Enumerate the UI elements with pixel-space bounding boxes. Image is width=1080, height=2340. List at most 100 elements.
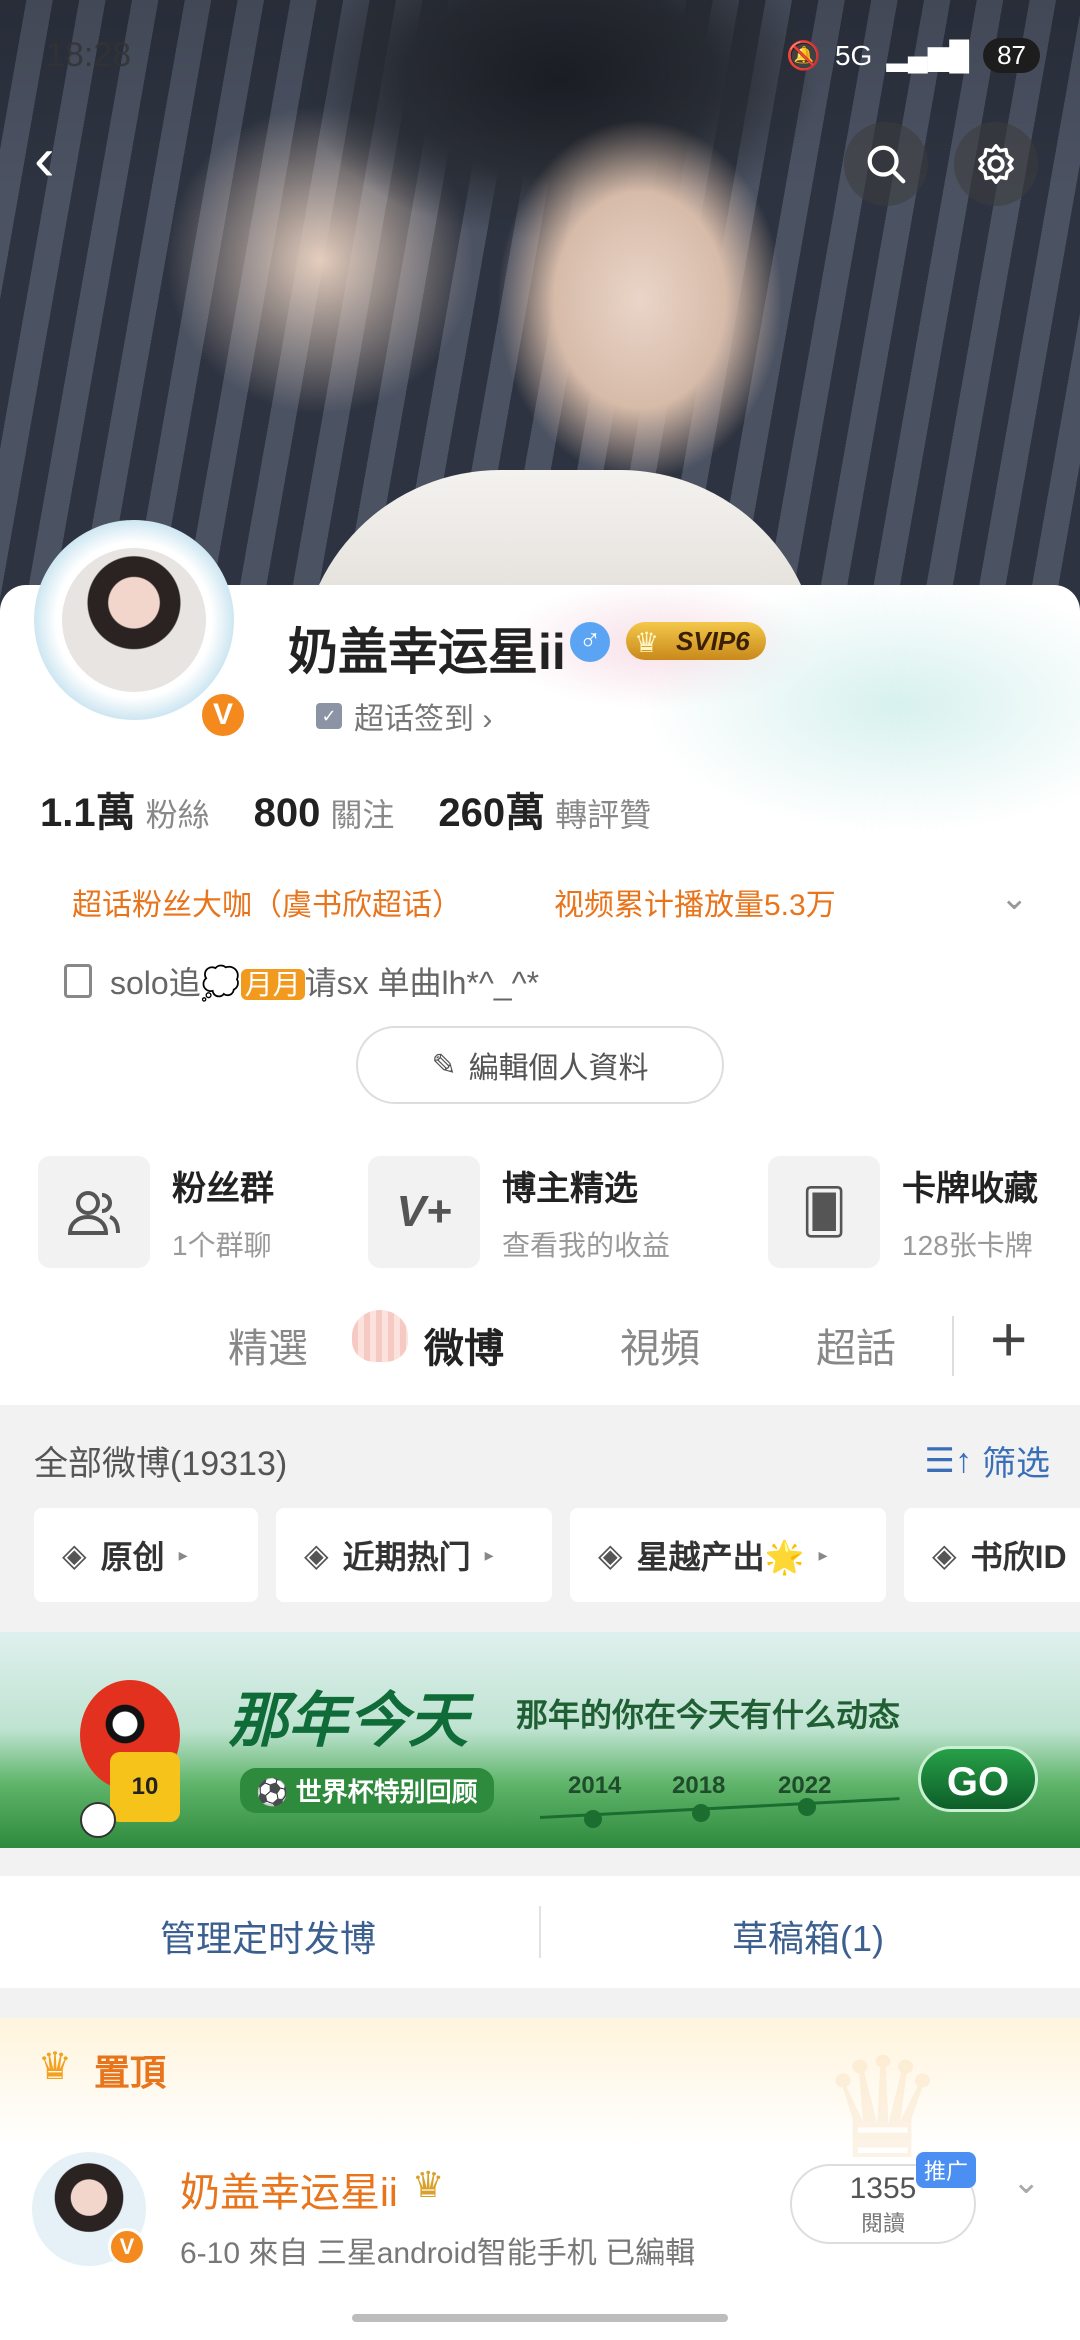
drafts-button[interactable]: 草稿箱(1) [732, 1910, 884, 1962]
video-plays-tag[interactable]: 视频累计播放量5.3万 [554, 880, 836, 924]
calendar-check-icon: ✓ [316, 703, 342, 729]
back-arrow-icon[interactable]: ‹ [34, 129, 94, 191]
bio-month: 月月 [240, 969, 305, 1000]
feature-title: 粉丝群 [172, 1169, 274, 1208]
stat-number: 1.1萬 [40, 791, 136, 835]
feature-title: 博主精选 [502, 1169, 638, 1208]
stat-followers[interactable]: 1.1萬 粉絲 [40, 780, 210, 838]
read-label: 閱讀 [860, 2211, 905, 2236]
battery-indicator: 87 [983, 38, 1040, 73]
post-management-bar: 管理定时发博 草稿箱(1) [0, 1876, 1080, 1988]
bio-text: solo追💭 月月 请sx 单曲lh*^_^* [110, 958, 539, 1004]
divider [539, 1906, 541, 1958]
stat-label: 轉評贊 [555, 797, 652, 833]
chip-original[interactable]: ◈ 原创 ▸ [34, 1508, 258, 1602]
stat-following[interactable]: 800 關注 [254, 790, 395, 836]
go-button[interactable]: GO [918, 1746, 1038, 1812]
profile-stats: 1.1萬 粉絲 800 關注 260萬 轉評贊 [40, 780, 651, 838]
tab-featured[interactable]: 精選 [228, 1316, 308, 1374]
triangle-right-icon: ▸ [818, 1544, 828, 1565]
tab-weibo[interactable]: 微博 [424, 1316, 504, 1374]
chip-label: 书欣ID [970, 1539, 1067, 1575]
edit-profile-button[interactable]: ✎ 編輯個人資料 [356, 1026, 724, 1104]
speech-bubble-icon: 💭 [200, 965, 241, 1001]
mascot-jersey: 10 [110, 1752, 180, 1822]
status-time: 18:28 [46, 36, 132, 74]
chevron-down-icon[interactable]: ⌄ [1012, 2162, 1041, 2202]
content-tabs: 精選 微博 視頻 超話 + [0, 1286, 1080, 1404]
stat-label: 關注 [330, 797, 395, 833]
tab-divider [952, 1316, 954, 1376]
mute-icon: 🔕 [786, 40, 821, 71]
layers-icon: ◈ [598, 1537, 623, 1573]
chip-recent-hot[interactable]: ◈ 近期热门 ▸ [276, 1508, 552, 1602]
crown-icon: ♛ [634, 627, 660, 658]
network-label: 5G [834, 39, 873, 71]
banner-subtitle: 那年的你在今天有什么动态 [516, 1697, 901, 1733]
chevron-down-icon[interactable]: ⌄ [1000, 878, 1029, 918]
crown-icon: ♛ [38, 2046, 73, 2088]
scheduled-posts-button[interactable]: 管理定时发博 [160, 1910, 376, 1962]
svip-badge[interactable]: ♛ SVIP6 [626, 622, 766, 660]
timeline-year: 2022 [778, 1772, 832, 1799]
bio-suffix: 请sx 单曲lh*^_^* [304, 965, 540, 1001]
signal-icon: ▂▄▆█ [886, 40, 970, 71]
triangle-right-icon: ▸ [484, 1544, 494, 1565]
bio-prefix: solo追 [110, 965, 201, 1001]
shell-icon [352, 1310, 408, 1362]
feature-subtitle: 128张卡牌 [902, 1229, 1033, 1261]
settings-button[interactable] [954, 122, 1038, 206]
checkin-label: 超话签到 › [354, 703, 493, 736]
supertopic-checkin[interactable]: ✓ 超话签到 › [316, 694, 492, 738]
gear-icon [978, 144, 1014, 184]
feature-card-collection[interactable]: 🂠 卡牌收藏 128张卡牌 [768, 1156, 1038, 1268]
layers-icon: ◈ [932, 1537, 957, 1573]
soccer-ball-icon [80, 1802, 116, 1838]
timeline-dot [584, 1810, 602, 1828]
chip-shuxin-id[interactable]: ◈ 书欣ID [904, 1508, 1080, 1602]
post-author-name[interactable]: 奶盖幸运星ii [180, 2160, 398, 2218]
stat-number: 260萬 [438, 791, 546, 835]
pinned-label: 置頂 [94, 2052, 167, 2093]
on-this-day-banner[interactable]: 10 那年今天 那年的你在今天有什么动态 ⚽ 世界杯特别回顾 2014 2018… [0, 1632, 1080, 1848]
svip-label: SVIP6 [676, 626, 750, 656]
tab-supertopic[interactable]: 超話 [816, 1316, 896, 1374]
fan-title-tag[interactable]: 超话粉丝大咖（虞书欣超话） [72, 880, 462, 924]
search-button[interactable] [844, 122, 928, 206]
profile-name: 奶盖幸运星ii [288, 624, 566, 680]
crown-icon: ♛ [412, 2164, 445, 2205]
feature-blogger-picks[interactable]: V+ 博主精选 查看我的收益 [368, 1156, 670, 1268]
filter-label: 筛选 [982, 1445, 1050, 1483]
promote-badge[interactable]: 推广 [916, 2152, 977, 2188]
filter-button[interactable]: ☰↑ 筛选 [925, 1436, 1050, 1485]
timeline-year: 2018 [672, 1772, 726, 1799]
timeline-year: 2014 [568, 1772, 622, 1799]
chip-xingyue-output[interactable]: ◈ 星越产出🌟 ▸ [570, 1508, 886, 1602]
verified-badge-icon: V [198, 690, 248, 740]
avatar[interactable] [62, 548, 206, 692]
triangle-right-icon: ▸ [178, 1544, 188, 1565]
feature-title: 卡牌收藏 [902, 1169, 1038, 1208]
group-icon [38, 1156, 150, 1268]
verified-badge-icon: V [108, 2228, 146, 2266]
filter-icon: ☰↑ [924, 1441, 972, 1480]
bio: solo追💭 月月 请sx 单曲lh*^_^* [64, 958, 539, 1004]
all-posts-count: 全部微博(19313) [34, 1445, 288, 1483]
home-indicator[interactable] [352, 2314, 728, 2322]
layers-icon: ◈ [62, 1537, 87, 1573]
post-meta: 6-10 來自 三星android智能手机 已編輯 [180, 2237, 696, 2270]
feature-fan-group[interactable]: 粉丝群 1个群聊 [38, 1156, 274, 1268]
stat-label: 粉絲 [145, 797, 210, 833]
add-tab-plus-icon[interactable]: + [990, 1302, 1027, 1376]
edit-profile-label: 編輯個人資料 [468, 1052, 649, 1085]
card-icon: 🂠 [768, 1156, 880, 1268]
chip-label: 原创 [100, 1539, 165, 1575]
world-cup-badge: ⚽ 世界杯特别回顾 [240, 1768, 494, 1813]
feature-subtitle: 查看我的收益 [502, 1229, 671, 1261]
banner-title: 那年今天 [228, 1687, 468, 1754]
stat-interactions[interactable]: 260萬 轉評贊 [438, 780, 651, 838]
tab-videos[interactable]: 視頻 [620, 1316, 700, 1374]
document-icon [64, 964, 92, 998]
layers-icon: ◈ [304, 1537, 329, 1573]
stat-number: 800 [253, 791, 321, 835]
